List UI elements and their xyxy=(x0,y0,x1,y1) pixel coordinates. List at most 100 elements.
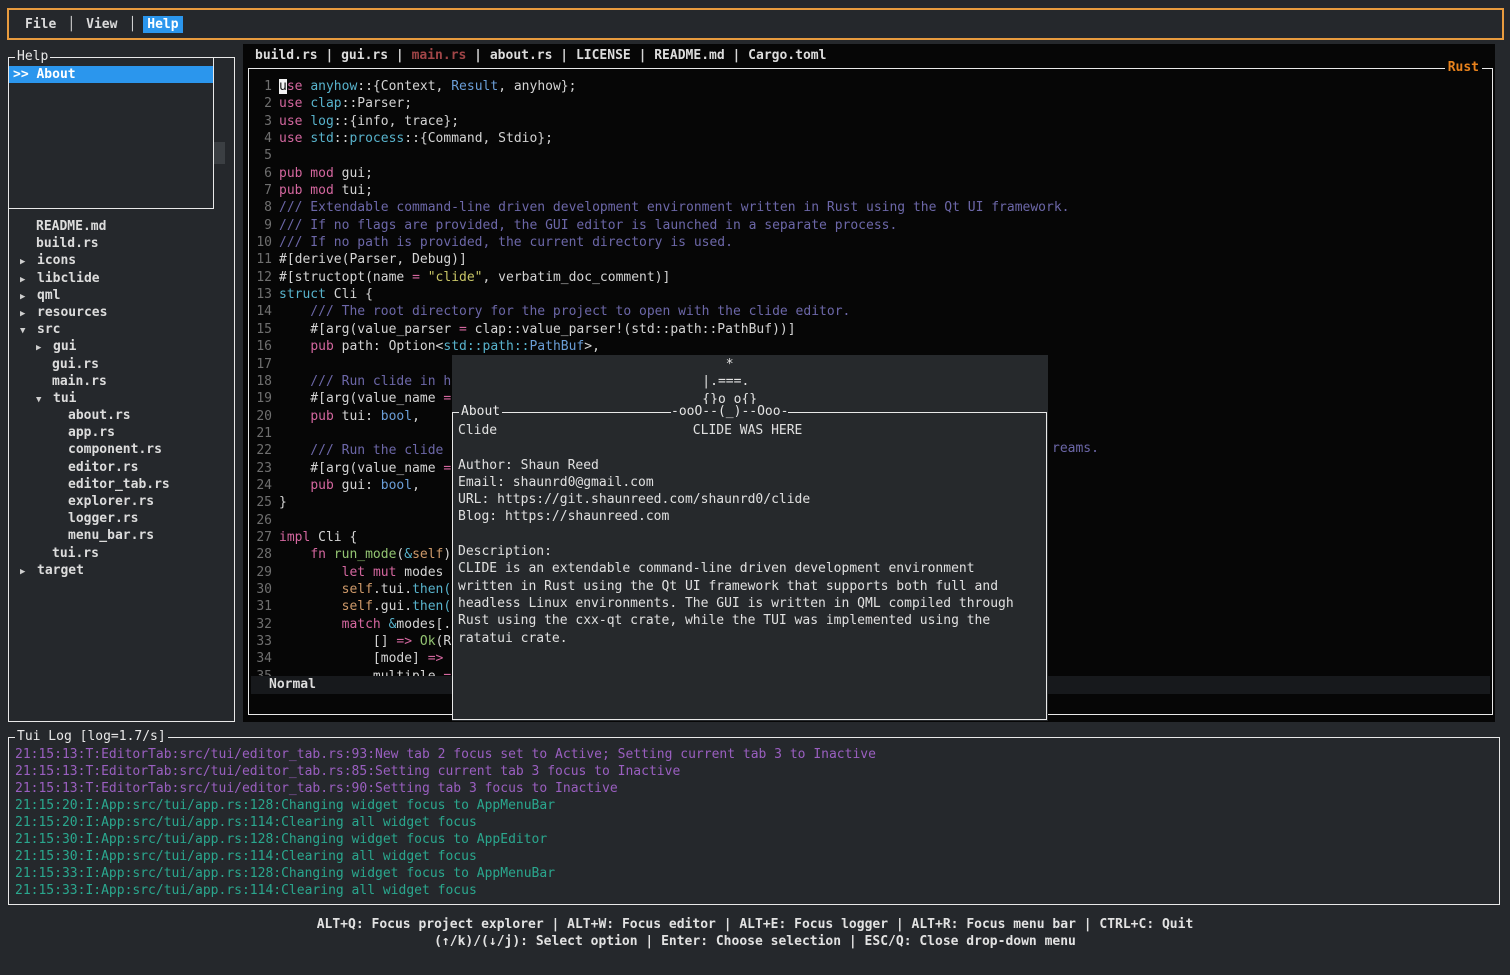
log-entry: 21:15:13:T:EditorTab:src/tui/editor_tab.… xyxy=(15,746,876,763)
explorer-item-label: icons xyxy=(37,253,76,268)
line-number: 19 xyxy=(251,390,272,407)
log-entry: 21:15:13:T:EditorTab:src/tui/editor_tab.… xyxy=(15,780,876,797)
code-line: 8/// Extendable command-line driven deve… xyxy=(251,199,1490,216)
line-number: 1 xyxy=(251,78,272,95)
line-number: 32 xyxy=(251,616,272,633)
explorer-item-label: qml xyxy=(37,288,60,303)
code-line: 5 xyxy=(251,147,1490,164)
line-number: 25 xyxy=(251,494,272,511)
line-number: 24 xyxy=(251,477,272,494)
code-line: 9/// If no flags are provided, the GUI e… xyxy=(251,217,1490,234)
footer-shortcuts: ALT+Q: Focus project explorer | ALT+W: F… xyxy=(0,916,1510,951)
explorer-item-explorer-rs[interactable]: explorer.rs xyxy=(9,493,234,510)
folder-expanded-icon: ▼ xyxy=(20,323,37,340)
explorer-item-label: logger.rs xyxy=(68,511,138,526)
explorer-item-label: component.rs xyxy=(68,442,162,457)
editor-tab-about-rs[interactable]: about.rs xyxy=(490,48,553,65)
line-number: 33 xyxy=(251,633,272,650)
line-number: 18 xyxy=(251,373,272,390)
app-root: File│View│Help README.mdbuild.rs▶icons▶l… xyxy=(0,0,1510,975)
log-entry: 21:15:33:I:App:src/tui/app.rs:114:Cleari… xyxy=(15,882,876,899)
explorer-item-label: target xyxy=(37,563,84,578)
line-number: 16 xyxy=(251,338,272,355)
log-entries: 21:15:13:T:EditorTab:src/tui/editor_tab.… xyxy=(15,746,876,899)
explorer-item-resources[interactable]: ▶resources xyxy=(9,304,234,321)
explorer-item-tui[interactable]: ▼tui xyxy=(9,390,234,407)
explorer-item-icons[interactable]: ▶icons xyxy=(9,252,234,269)
explorer-item-about-rs[interactable]: about.rs xyxy=(9,407,234,424)
log-entry: 21:15:20:I:App:src/tui/app.rs:114:Cleari… xyxy=(15,814,876,831)
editor-tab-cargo-toml[interactable]: Cargo.toml xyxy=(748,48,826,65)
dropdown-item-about[interactable]: >> About xyxy=(9,66,213,83)
code-line: 15 #[arg(value_parser = clap::value_pars… xyxy=(251,321,1490,338)
tab-separator: | xyxy=(552,48,575,65)
tab-separator: | xyxy=(631,48,654,65)
line-number: 22 xyxy=(251,442,272,459)
line-number: 13 xyxy=(251,286,272,303)
explorer-item-gui[interactable]: ▶gui xyxy=(9,338,234,355)
line-number: 12 xyxy=(251,269,272,286)
tab-separator: | xyxy=(725,48,748,65)
explorer-item-qml[interactable]: ▶qml xyxy=(9,287,234,304)
menu-item-file[interactable]: File xyxy=(21,16,60,33)
log-panel-title: Tui Log [log=1.7/s] xyxy=(15,729,168,744)
explorer-item-app-rs[interactable]: app.rs xyxy=(9,424,234,441)
explorer-item-libclide[interactable]: ▶libclide xyxy=(9,270,234,287)
log-entry: 21:15:33:I:App:src/tui/app.rs:128:Changi… xyxy=(15,865,876,882)
about-popup-line: Clide CLIDE WAS HERE xyxy=(458,422,1014,439)
explorer-item-main-rs[interactable]: main.rs xyxy=(9,373,234,390)
line-number: 17 xyxy=(251,356,272,373)
tab-separator: | xyxy=(466,48,489,65)
explorer-item-src[interactable]: ▼src xyxy=(9,321,234,338)
explorer-item-label: gui xyxy=(53,339,76,354)
explorer-item-component-rs[interactable]: component.rs xyxy=(9,441,234,458)
explorer-item-label: build.rs xyxy=(36,236,99,251)
about-popup-line: written in Rust using the Qt UI framewor… xyxy=(458,578,1014,595)
menu-item-help[interactable]: Help xyxy=(143,16,182,33)
explorer-item-menu_bar-rs[interactable]: menu_bar.rs xyxy=(9,527,234,544)
editor-tab-license[interactable]: LICENSE xyxy=(576,48,631,65)
explorer-item-label: libclide xyxy=(37,271,100,286)
menu-item-view[interactable]: View xyxy=(82,16,121,33)
explorer-item-label: tui.rs xyxy=(52,546,99,561)
line-number: 3 xyxy=(251,113,272,130)
line-number: 14 xyxy=(251,303,272,320)
line-number: 4 xyxy=(251,130,272,147)
line-number: 29 xyxy=(251,564,272,581)
about-popup-line: URL: https://git.shaunreed.com/shaunrd0/… xyxy=(458,491,1014,508)
explorer-item-label: about.rs xyxy=(68,408,131,423)
explorer-item-label: resources xyxy=(37,305,107,320)
explorer-item-editor_tab-rs[interactable]: editor_tab.rs xyxy=(9,476,234,493)
editor-tab-main-rs[interactable]: main.rs xyxy=(412,48,467,65)
line-number: 28 xyxy=(251,546,272,563)
editor-tab-gui-rs[interactable]: gui.rs xyxy=(341,48,388,65)
explorer-item-logger-rs[interactable]: logger.rs xyxy=(9,510,234,527)
about-popup-line: Description: xyxy=(458,543,1014,560)
menu-separator: │ xyxy=(128,17,136,32)
log-entry: 21:15:30:I:App:src/tui/app.rs:128:Changi… xyxy=(15,831,876,848)
footer-shortcuts-line2: (↑/k)/(↓/j): Select option | Enter: Choo… xyxy=(0,933,1510,950)
explorer-item-editor-rs[interactable]: editor.rs xyxy=(9,459,234,476)
about-popup-line xyxy=(458,439,1014,456)
editor-mode-label: Normal xyxy=(269,677,316,692)
code-overflow-text: reams. xyxy=(1052,441,1099,456)
explorer-item-label: main.rs xyxy=(52,374,107,389)
explorer-item-gui-rs[interactable]: gui.rs xyxy=(9,356,234,373)
explorer-item-label: editor_tab.rs xyxy=(68,477,170,492)
explorer-item-tui-rs[interactable]: tui.rs xyxy=(9,545,234,562)
log-entry: 21:15:30:I:App:src/tui/app.rs:114:Cleari… xyxy=(15,848,876,865)
editor-tab-build-rs[interactable]: build.rs xyxy=(255,48,318,65)
code-line: 12#[structopt(name = "clide", verbatim_d… xyxy=(251,269,1490,286)
code-line: 2use clap::Parser; xyxy=(251,95,1490,112)
editor-tab-readme-md[interactable]: README.md xyxy=(654,48,724,65)
explorer-item-README-md[interactable]: README.md xyxy=(9,218,234,235)
explorer-item-target[interactable]: ▶target xyxy=(9,562,234,579)
explorer-item-label: README.md xyxy=(36,219,106,234)
tab-separator: | xyxy=(388,48,411,65)
explorer-item-build-rs[interactable]: build.rs xyxy=(9,235,234,252)
line-number: 21 xyxy=(251,425,272,442)
menu-separator: │ xyxy=(67,17,75,32)
kilroy-border-art: -ooO--(_)--Ooo- xyxy=(671,404,788,419)
about-popup-line: Email: shaunrd0@gmail.com xyxy=(458,474,1014,491)
log-panel[interactable]: Tui Log [log=1.7/s] 21:15:13:T:EditorTab… xyxy=(8,737,1500,905)
